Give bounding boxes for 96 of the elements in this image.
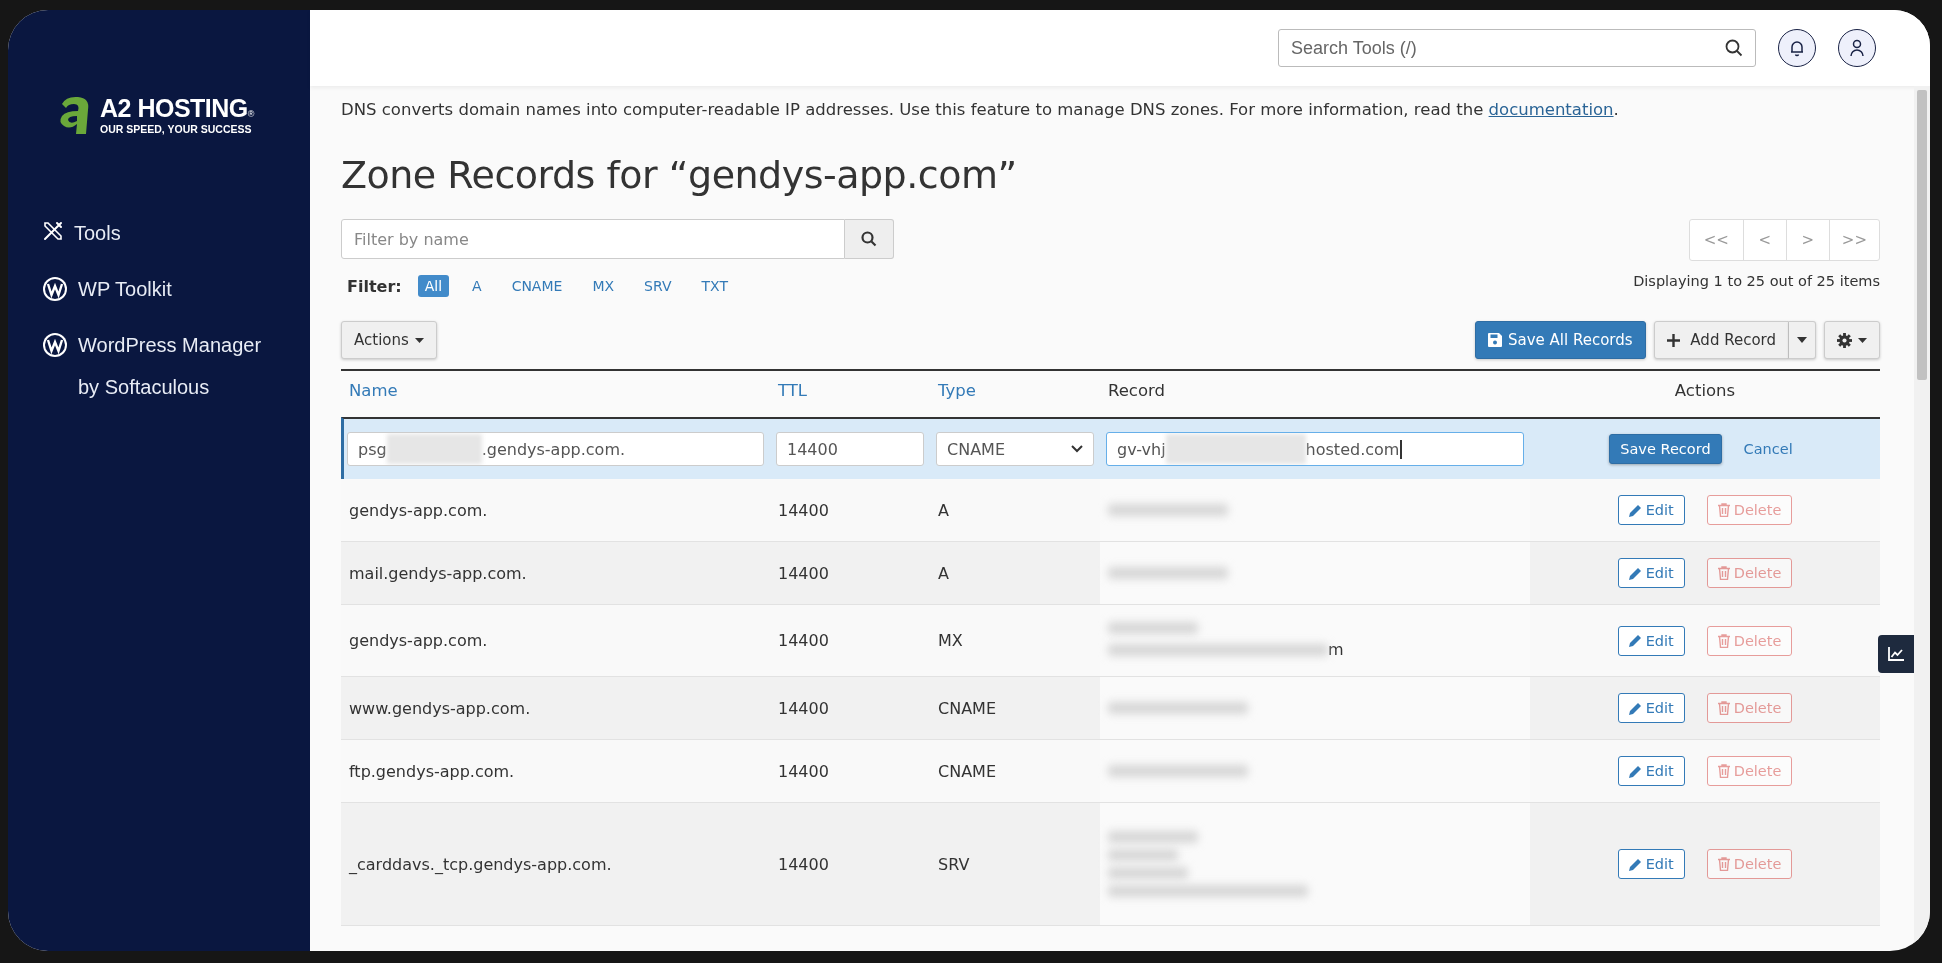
pencil-icon (1628, 503, 1642, 517)
save-record-button[interactable]: Save Record (1609, 434, 1722, 464)
table-cell: 14400 (778, 761, 829, 781)
trash-icon (1717, 633, 1730, 648)
edit-button[interactable]: Edit (1617, 693, 1685, 723)
filter-option[interactable]: SRV (637, 275, 679, 297)
table-cell: 14400 (778, 563, 829, 583)
tools-icon (42, 220, 64, 242)
w-circle-icon (42, 276, 68, 302)
caret-icon (414, 337, 424, 343)
table-cell: 14400 (778, 631, 829, 650)
filter-option[interactable]: CNAME (504, 275, 570, 297)
floppy-icon (1488, 333, 1502, 347)
table-cell: _carddavs._tcp.gendys-app.com. (349, 854, 612, 874)
table-cell: MX (938, 631, 963, 650)
pagination-button[interactable]: < (1742, 220, 1786, 260)
search-icon (1725, 39, 1743, 57)
dropdown-button[interactable] (1789, 321, 1816, 359)
add-record-button[interactable]: Add Record (1653, 321, 1789, 359)
search-field[interactable]: Search Tools (/) (1278, 29, 1756, 67)
table-cell: SRV (938, 854, 970, 874)
table-cell: gendys-app.com. (349, 631, 488, 650)
save-all-button[interactable]: Save All Records (1475, 321, 1646, 359)
settings-icon (1837, 332, 1852, 348)
filter-option[interactable]: TXT (694, 275, 735, 297)
scrollbar-thumb[interactable] (1917, 90, 1927, 380)
table-cell: mail.gendys-app.com. (349, 563, 527, 583)
caret-icon (1858, 337, 1867, 343)
blurred-text (1108, 849, 1178, 861)
pencil-icon (1628, 634, 1642, 647)
column-header: Record (1107, 380, 1166, 402)
table-cell: m (1328, 640, 1344, 659)
trash-icon (1717, 503, 1730, 517)
column-header[interactable]: Type (930, 371, 1100, 417)
actions-button[interactable]: Actions (341, 321, 437, 359)
pencil-icon (1628, 701, 1642, 715)
search-button[interactable] (845, 219, 894, 259)
pencil-icon (1628, 764, 1642, 778)
column-header[interactable]: TTL (770, 371, 930, 417)
pencil-icon (1628, 857, 1642, 871)
ttl-input[interactable]: 14400 (776, 432, 924, 466)
type-select[interactable]: CNAME (936, 432, 1094, 466)
caret-icon (1797, 337, 1807, 343)
notifications-button[interactable] (1778, 29, 1816, 67)
edit-button[interactable]: Edit (1617, 495, 1685, 525)
filter-option[interactable]: All (417, 275, 450, 297)
chart-icon (1888, 647, 1904, 661)
table-cell: 14400 (778, 698, 829, 718)
plus-icon (1666, 333, 1680, 347)
record-input[interactable]: gv-vhj hosted.com (1106, 432, 1524, 466)
bell-icon (1789, 39, 1805, 57)
filter-field[interactable]: Filter by name (341, 219, 845, 259)
edit-button[interactable]: Edit (1617, 849, 1685, 879)
filter-label: Filter: (347, 276, 402, 296)
sidebar-item[interactable]: Tools (42, 212, 282, 254)
table-cell: A (938, 500, 949, 520)
column-header[interactable]: Name (341, 371, 770, 417)
brand-name: A2 HOSTING® (100, 95, 254, 121)
column-header: Actions (1673, 380, 1737, 402)
table-cell: CNAME (938, 761, 996, 781)
brand-tagline: OUR SPEED, YOUR SUCCESS (100, 122, 253, 135)
documentation-link[interactable]: documentation (1488, 100, 1614, 119)
filter-option[interactable]: MX (585, 275, 622, 297)
pagination-button[interactable]: >> (1828, 220, 1879, 260)
table-cell: CNAME (938, 698, 996, 718)
sidebar-item[interactable]: WordPress Manager by Softaculous (42, 324, 282, 408)
table-cell: 14400 (778, 854, 829, 874)
w-circle-icon (42, 332, 68, 358)
table-cell: A (938, 563, 949, 583)
edit-button[interactable]: Edit (1617, 558, 1685, 588)
user-icon (1849, 39, 1865, 57)
table-cell: gendys-app.com. (349, 500, 488, 520)
table-cell: 14400 (778, 500, 829, 520)
trash-icon (1717, 857, 1730, 871)
name-input[interactable]: psg .gendys-app.com. (347, 432, 764, 466)
cancel-link[interactable]: Cancel (1735, 435, 1801, 463)
table-cell: www.gendys-app.com. (349, 698, 531, 718)
intro-text: DNS converts domain names into computer-readable IP addresses. Use this feature to manage DNS zones. For more information, read the documentation. (341, 100, 1620, 119)
page-title: Zone Records for “gendys-app.com” (341, 153, 1018, 197)
sidebar-item[interactable]: WP Toolkit (42, 268, 282, 310)
trash-icon (1717, 566, 1730, 580)
chevron-icon (1071, 445, 1083, 453)
pagination-button[interactable]: << (1689, 220, 1743, 260)
trash-icon (1717, 701, 1730, 715)
pencil-icon (1628, 566, 1642, 580)
table-cell: ftp.gendys-app.com. (349, 761, 515, 781)
settings-button[interactable] (1824, 321, 1880, 359)
edit-button[interactable]: Edit (1617, 625, 1685, 656)
edit-button[interactable]: Edit (1617, 756, 1685, 786)
filter-option[interactable]: A (465, 275, 489, 297)
search-icon (861, 231, 877, 247)
chart-button[interactable] (1878, 635, 1914, 673)
trash-icon (1717, 764, 1730, 778)
account-button[interactable] (1838, 29, 1876, 67)
pagination-summary: Displaying 1 to 25 out of 25 items (1633, 273, 1880, 289)
pagination-button[interactable]: > (1785, 220, 1829, 260)
